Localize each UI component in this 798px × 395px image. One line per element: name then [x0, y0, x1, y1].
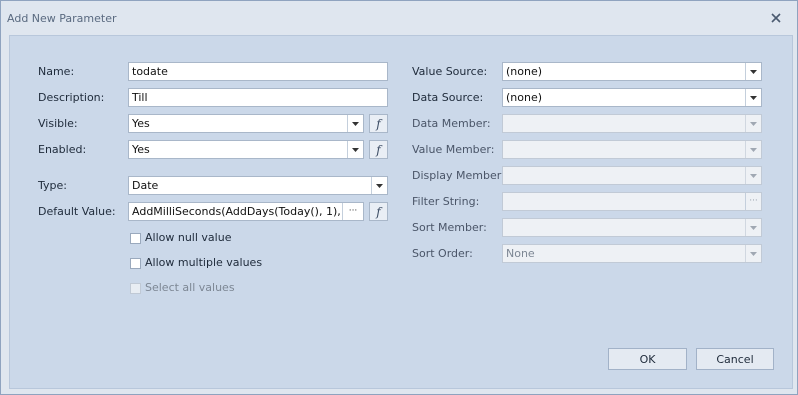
display-member-label: Display Member:: [412, 169, 505, 182]
select-all-label: Select all values: [145, 281, 235, 294]
enabled-label: Enabled:: [38, 143, 87, 156]
visible-label: Visible:: [38, 117, 78, 130]
enabled-dropdown-button[interactable]: [347, 141, 363, 158]
name-label: Name:: [38, 65, 75, 78]
chevron-down-icon: [750, 121, 757, 126]
chevron-down-icon: [750, 173, 757, 178]
data-source-value: (none): [506, 91, 543, 104]
value-member-dropdown-button[interactable]: [745, 141, 761, 158]
filter-string-ellipsis-button[interactable]: ···: [745, 193, 761, 210]
default-value-field[interactable]: AddMilliSeconds(AddDays(Today(), 1), -1)…: [128, 202, 364, 221]
type-value: Date: [132, 179, 159, 192]
default-value-value: AddMilliSeconds(AddDays(Today(), 1), -1): [132, 205, 360, 218]
type-dropdown[interactable]: Date: [128, 176, 388, 195]
add-new-parameter-dialog: Add New Parameter Name: todate Descripti…: [0, 0, 798, 395]
chevron-down-icon: [750, 147, 757, 152]
dialog-content: Name: todate Description: Till Visible: …: [9, 35, 793, 389]
default-value-ellipsis-button[interactable]: ···: [342, 203, 363, 220]
enabled-value: Yes: [132, 143, 150, 156]
value-member-label: Value Member:: [412, 143, 495, 156]
data-source-label: Data Source:: [412, 91, 484, 104]
close-icon: [771, 13, 781, 23]
description-value: Till: [132, 91, 148, 104]
value-source-dropdown-button[interactable]: [745, 63, 761, 80]
data-member-label: Data Member:: [412, 117, 491, 130]
allow-multiple-checkbox[interactable]: [130, 258, 141, 269]
allow-null-label: Allow null value: [145, 231, 232, 244]
description-label: Description:: [38, 91, 105, 104]
type-label: Type:: [38, 179, 67, 192]
sort-order-dropdown-button[interactable]: [745, 245, 761, 262]
close-button[interactable]: [769, 11, 783, 25]
sort-order-dropdown[interactable]: None: [502, 244, 762, 263]
enabled-expression-button[interactable]: f: [369, 140, 388, 159]
type-dropdown-button[interactable]: [371, 177, 387, 194]
visible-dropdown-button[interactable]: [347, 115, 363, 132]
sort-order-value: None: [506, 247, 535, 260]
data-source-dropdown-button[interactable]: [745, 89, 761, 106]
data-member-dropdown-button[interactable]: [745, 115, 761, 132]
chevron-down-icon: [750, 225, 757, 230]
title-bar: Add New Parameter: [1, 1, 797, 35]
name-field[interactable]: todate: [128, 62, 388, 81]
enabled-dropdown[interactable]: Yes: [128, 140, 364, 159]
value-source-label: Value Source:: [412, 65, 488, 78]
chevron-down-icon: [750, 95, 757, 100]
ok-button[interactable]: OK: [608, 348, 687, 370]
ellipsis-icon: ···: [348, 206, 358, 216]
sort-member-dropdown-button[interactable]: [745, 219, 761, 236]
chevron-down-icon: [352, 147, 359, 152]
cancel-button[interactable]: Cancel: [696, 348, 774, 370]
value-source-value: (none): [506, 65, 543, 78]
function-icon: f: [376, 116, 381, 131]
sort-order-label: Sort Order:: [412, 247, 473, 260]
display-member-dropdown[interactable]: [502, 166, 762, 185]
chevron-down-icon: [352, 121, 359, 126]
dialog-title: Add New Parameter: [7, 12, 117, 25]
display-member-dropdown-button[interactable]: [745, 167, 761, 184]
ellipsis-icon: ···: [749, 196, 758, 206]
filter-string-field[interactable]: ···: [502, 192, 762, 211]
chevron-down-icon: [750, 251, 757, 256]
select-all-checkbox[interactable]: [130, 283, 141, 294]
value-member-dropdown[interactable]: [502, 140, 762, 159]
sort-member-label: Sort Member:: [412, 221, 487, 234]
allow-multiple-label: Allow multiple values: [145, 256, 263, 269]
allow-null-checkbox[interactable]: [130, 233, 141, 244]
name-value: todate: [132, 65, 168, 78]
default-value-expression-button[interactable]: f: [369, 202, 388, 221]
data-source-dropdown[interactable]: (none): [502, 88, 762, 107]
visible-expression-button[interactable]: f: [369, 114, 388, 133]
sort-member-dropdown[interactable]: [502, 218, 762, 237]
filter-string-label: Filter String:: [412, 195, 480, 208]
default-value-label: Default Value:: [38, 205, 116, 218]
description-field[interactable]: Till: [128, 88, 388, 107]
chevron-down-icon: [376, 183, 383, 188]
value-source-dropdown[interactable]: (none): [502, 62, 762, 81]
visible-dropdown[interactable]: Yes: [128, 114, 364, 133]
function-icon: f: [376, 142, 381, 157]
function-icon: f: [376, 204, 381, 219]
visible-value: Yes: [132, 117, 150, 130]
data-member-dropdown[interactable]: [502, 114, 762, 133]
chevron-down-icon: [750, 69, 757, 74]
